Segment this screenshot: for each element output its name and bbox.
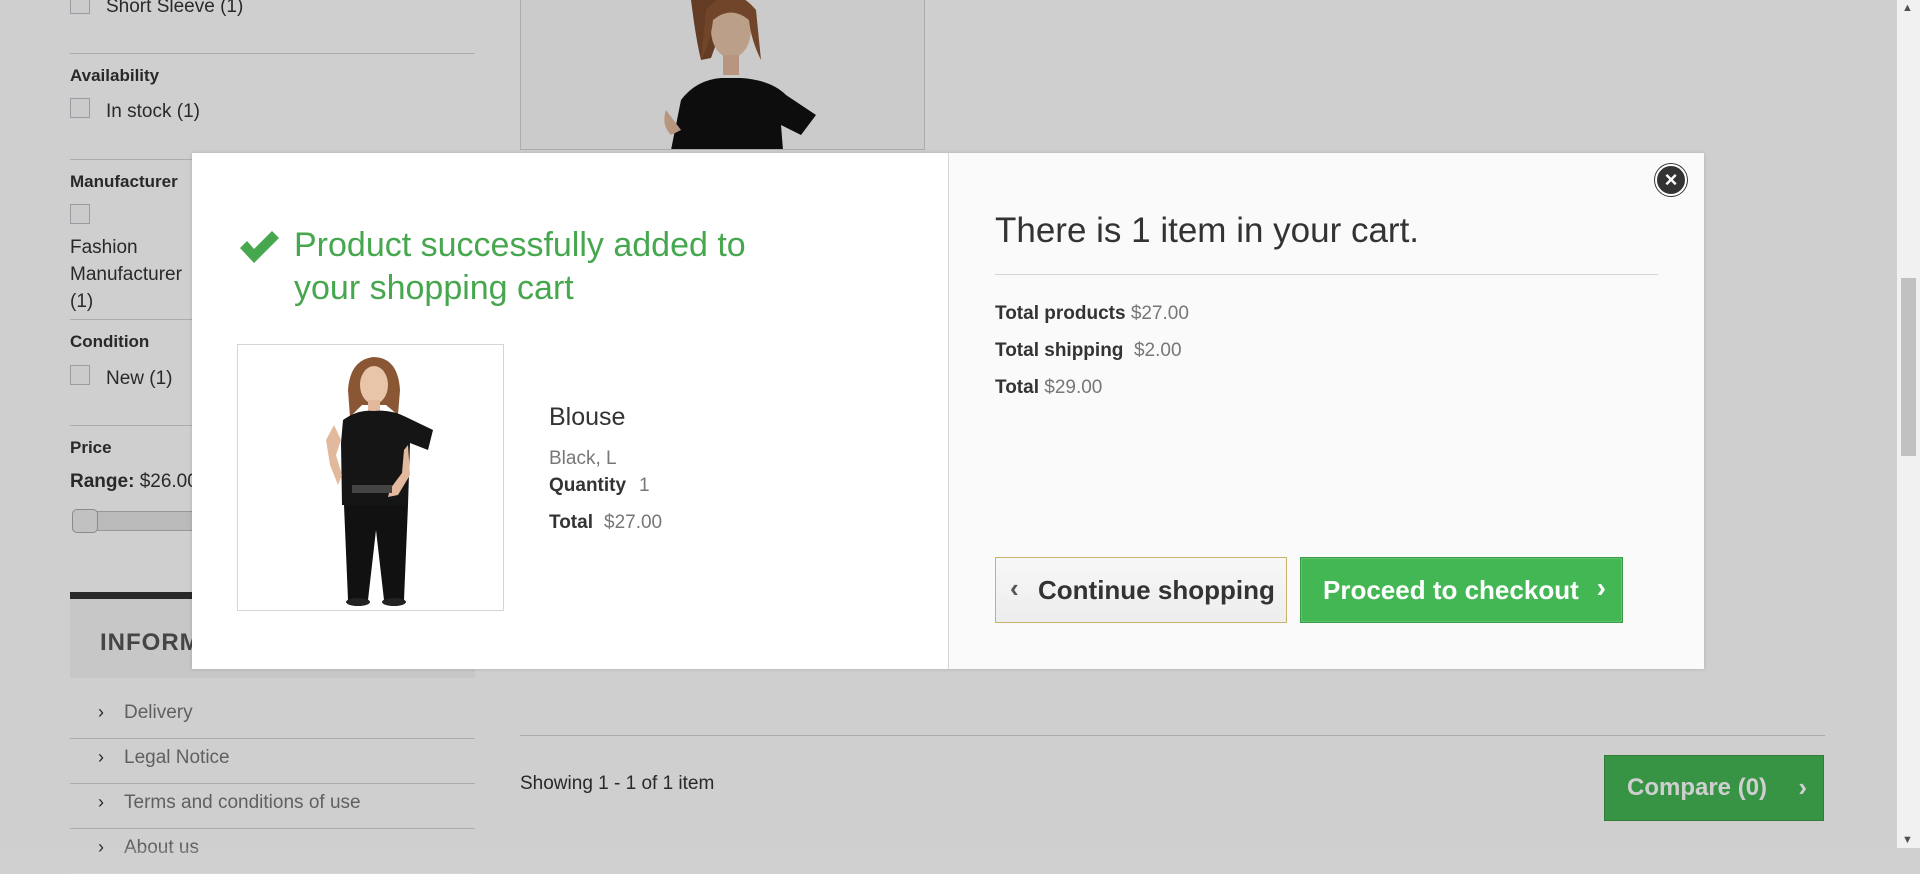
page-scrollbar[interactable]: ▲ ▼ [1897, 0, 1920, 848]
summary-total-products: Total products $27.00 [995, 303, 1189, 325]
summary-total-value: $29.00 [1044, 377, 1103, 398]
modal-cart-summary-panel: There is 1 item in your cart. Total prod… [948, 153, 1704, 669]
scroll-down-arrow-icon[interactable]: ▼ [1902, 834, 1913, 846]
cart-summary-heading: There is 1 item in your cart. [995, 211, 1420, 250]
summary-total-products-label: Total products [995, 303, 1126, 324]
success-message: Product successfully added to your shopp… [294, 226, 746, 307]
scrollbar-thumb[interactable] [1901, 278, 1916, 456]
cart-product-quantity: 1 [639, 475, 650, 496]
summary-total-label: Total [995, 377, 1039, 398]
summary-total-shipping-label: Total shipping [995, 340, 1124, 361]
close-icon: × [1664, 167, 1678, 192]
modal-product-panel: Product successfully added to your shopp… [192, 153, 948, 669]
chevron-right-icon: › [1596, 572, 1606, 603]
summary-total: Total $29.00 [995, 377, 1102, 399]
cart-product-name: Blouse [549, 403, 626, 431]
proceed-to-checkout-label: Proceed to checkout [1323, 575, 1579, 605]
close-modal-button[interactable]: × [1655, 164, 1687, 196]
summary-total-shipping-value: $2.00 [1133, 340, 1182, 361]
cart-product-quantity-label: Quantity [549, 475, 627, 496]
proceed-to-checkout-button[interactable]: Proceed to checkout › [1300, 557, 1623, 623]
continue-shopping-button[interactable]: ‹ Continue shopping [995, 557, 1287, 623]
summary-total-shipping: Total shipping $2.00 [995, 340, 1182, 362]
cart-product-image [237, 344, 504, 611]
cart-product-attributes: Black, L [549, 448, 617, 469]
cart-product-total: $27.00 [604, 512, 663, 533]
chevron-left-icon: ‹ [1010, 573, 1019, 603]
summary-total-products-value: $27.00 [1130, 303, 1189, 324]
check-icon [240, 231, 279, 263]
continue-shopping-label: Continue shopping [1038, 575, 1275, 605]
cart-summary-divider [995, 274, 1658, 275]
cart-product-total-label: Total [549, 512, 593, 533]
add-to-cart-modal: Product successfully added to your shopp… [192, 153, 1704, 669]
scroll-up-arrow-icon[interactable]: ▲ [1902, 2, 1913, 14]
blouse-model-image [238, 345, 503, 610]
